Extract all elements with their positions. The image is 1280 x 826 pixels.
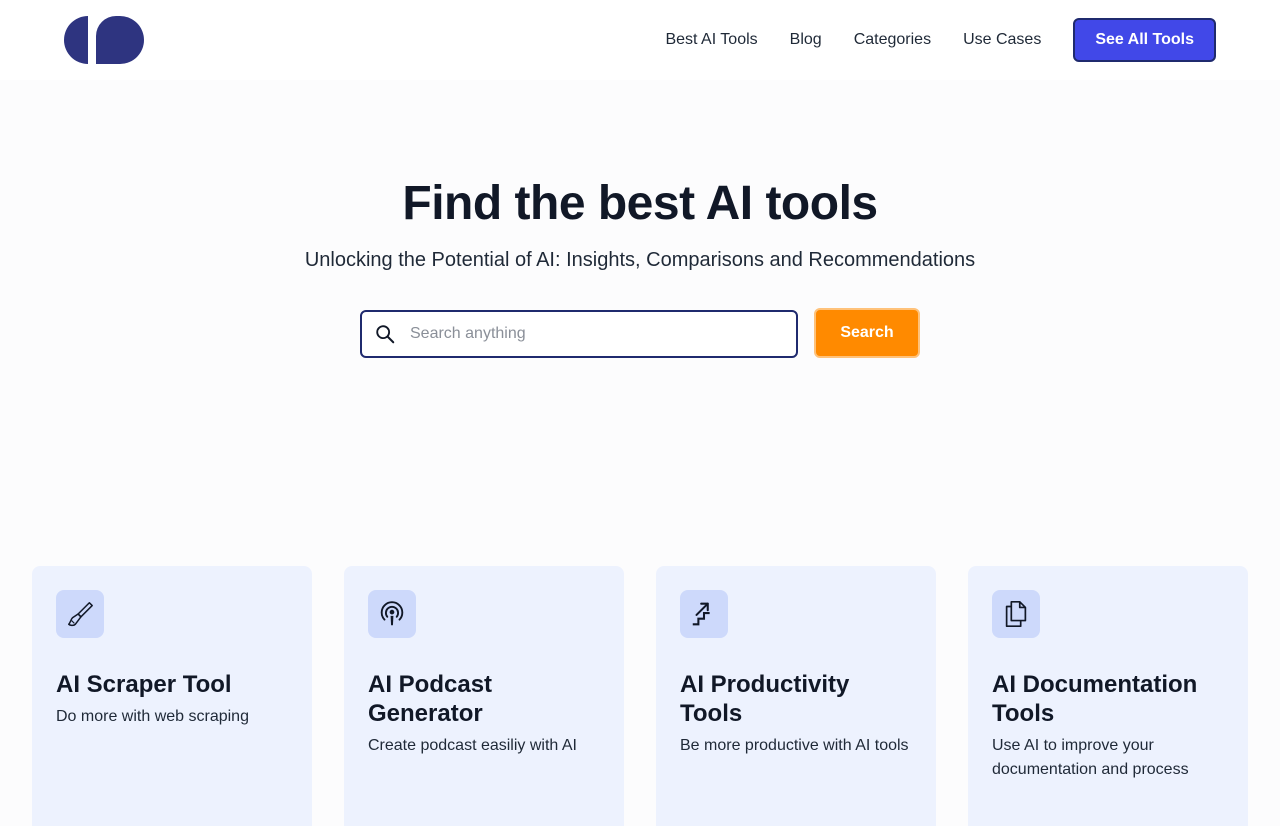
hero-subtitle: Unlocking the Potential of AI: Insights,… [304, 249, 976, 271]
nav-blog[interactable]: Blog [790, 31, 822, 49]
card-description: Do more with web scraping [56, 708, 249, 725]
site-header: Best AI Tools Blog Categories Use Cases … [0, 0, 1280, 80]
card-ai-podcast-generator[interactable]: AI Podcast Generator Create podcast easi… [344, 566, 624, 826]
search-bar: Search [360, 308, 920, 358]
search-input[interactable] [410, 312, 790, 356]
card-title: AI Scraper Tool [56, 671, 232, 698]
card-icon-container [56, 590, 104, 638]
card-icon-container [992, 590, 1040, 638]
stairs-icon [692, 602, 710, 626]
documents-icon [1005, 600, 1027, 628]
brush-icon [68, 602, 93, 627]
nav-use-cases[interactable]: Use Cases [963, 31, 1041, 49]
card-description: Create podcast easiliy with AI [368, 737, 577, 754]
brand-logo[interactable] [64, 16, 144, 64]
podcast-icon [380, 601, 404, 626]
card-description: Use AI to improve your documentation and… [992, 737, 1189, 778]
hero-section: Find the best AI tools Unlocking the Pot… [0, 80, 1280, 272]
card-icon-container [368, 590, 416, 638]
nav-categories[interactable]: Categories [854, 31, 931, 49]
search-icon [376, 325, 395, 344]
card-icon-container [680, 590, 728, 638]
search-button[interactable]: Search [814, 308, 920, 358]
card-ai-documentation-tools[interactable]: AI Documentation Tools Use AI to improve… [968, 566, 1248, 826]
card-description: Be more productive with AI tools [680, 737, 909, 754]
card-title: AI Documentation Tools [992, 671, 1198, 727]
hero-title: Find the best AI tools [402, 177, 878, 230]
main-nav: Best AI Tools Blog Categories Use Cases … [665, 0, 1216, 80]
card-title: AI Productivity Tools [680, 671, 850, 727]
card-title: AI Podcast Generator [368, 671, 493, 727]
card-ai-productivity-tools[interactable]: AI Productivity Tools Be more productive… [656, 566, 936, 826]
category-cards: AI Scraper Tool Do more with web scrapin… [32, 566, 1248, 826]
nav-best-ai-tools[interactable]: Best AI Tools [665, 31, 757, 49]
card-ai-scraper-tool[interactable]: AI Scraper Tool Do more with web scrapin… [32, 566, 312, 826]
search-field[interactable] [360, 310, 798, 358]
see-all-tools-button[interactable]: See All Tools [1073, 18, 1216, 62]
